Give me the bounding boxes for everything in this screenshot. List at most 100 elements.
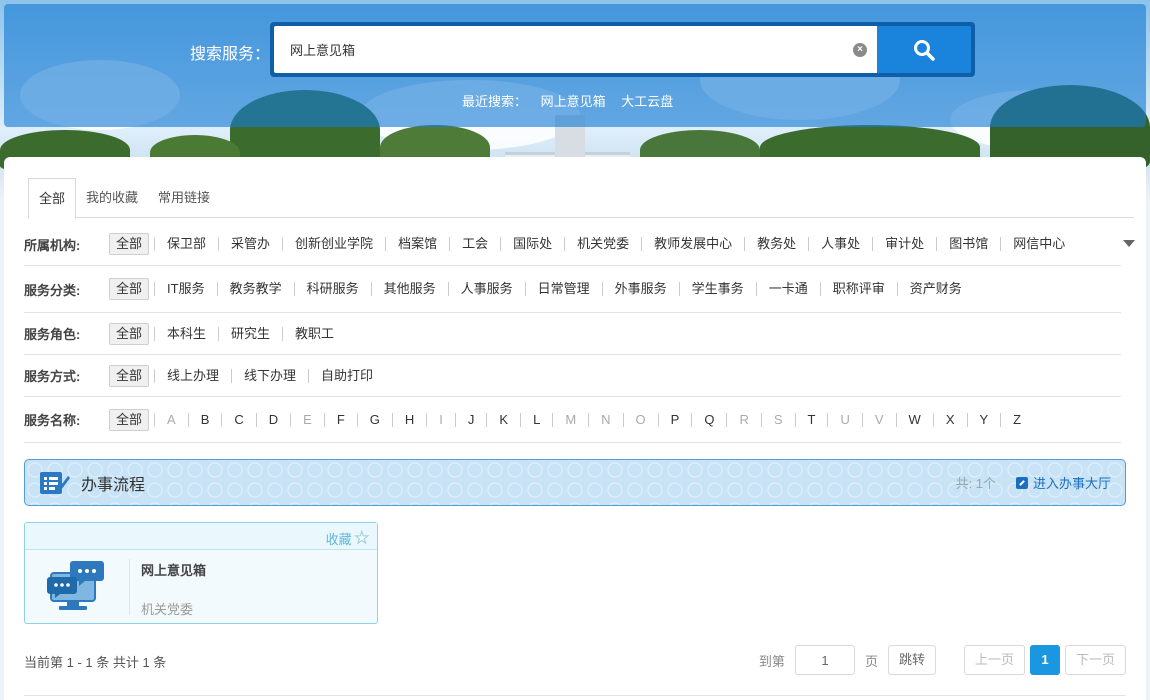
filter-option[interactable]: 线上办理 <box>154 368 231 383</box>
filter-option[interactable]: G <box>356 412 392 427</box>
filter-option[interactable]: F <box>323 412 357 427</box>
filter-category-row: 服务分类: 全部 IT服务 教务教学 科研服务 其他服务 人事服务 日常管理 外事服务 学生事务… <box>24 266 1121 313</box>
filter-option[interactable]: 档案馆 <box>385 237 449 251</box>
filter-items: 全部 本科生 研究生 教职工 <box>109 322 346 345</box>
filter-option[interactable]: V <box>861 412 896 427</box>
filter-option[interactable]: W <box>895 412 933 427</box>
recent-label: 最近搜索： <box>462 94 528 109</box>
card-divider <box>129 559 130 615</box>
filter-option[interactable]: 保卫部 <box>154 237 218 251</box>
filter-option[interactable]: R <box>726 412 760 427</box>
filter-option[interactable]: 日常管理 <box>524 282 602 296</box>
favorite-button[interactable]: 收藏 ★ <box>325 528 370 548</box>
enter-hall-link[interactable]: 进入办事大厅 <box>1015 473 1111 492</box>
tab-all[interactable]: 全部 <box>28 178 77 219</box>
goto-label: 到第 <box>758 653 785 669</box>
feedback-computer-icon <box>47 561 104 610</box>
card-header: 收藏 ★ <box>25 523 377 550</box>
chevron-down-icon[interactable] <box>1123 240 1135 247</box>
filter-option-all[interactable]: 全部 <box>109 233 150 255</box>
search-label: 搜索服务： <box>190 46 271 63</box>
filter-option[interactable]: E <box>290 412 324 427</box>
filter-items: 全部 保卫部 采管办 创新创业学院 档案馆 工会 国际处 机关党委 教师发展中心 教务处 人事处 审计… <box>109 233 1114 255</box>
tab-favorites[interactable]: 我的收藏 <box>76 178 148 218</box>
filter-option[interactable]: 采管办 <box>218 237 282 251</box>
filter-option[interactable]: T <box>794 412 828 427</box>
filter-option[interactable]: 教务教学 <box>216 282 294 296</box>
filter-option[interactable]: C <box>221 412 255 427</box>
filter-option[interactable]: 学生事务 <box>678 282 756 296</box>
clear-icon[interactable]: × <box>853 42 867 57</box>
filter-option[interactable]: 教务处 <box>744 237 808 251</box>
filter-option[interactable]: 网信中心 <box>1000 237 1077 251</box>
filter-role-row: 服务角色: 全部 本科生 研究生 教职工 <box>24 313 1121 355</box>
filter-option[interactable]: 研究生 <box>218 326 282 341</box>
filter-option[interactable]: N <box>588 412 622 427</box>
filter-option[interactable]: J <box>454 412 487 427</box>
filter-option[interactable]: P <box>657 412 692 427</box>
filter-option-all[interactable]: 全部 <box>109 408 150 431</box>
page-input[interactable] <box>794 645 855 675</box>
filter-option[interactable]: X <box>932 412 967 427</box>
filter-option[interactable]: 工会 <box>449 237 500 251</box>
filter-option[interactable]: 教师发展中心 <box>641 237 744 251</box>
filter-label: 服务名称: <box>24 413 81 428</box>
filter-option[interactable]: K <box>486 412 520 427</box>
filter-items: 全部 A B C D E F G H I J K L M N O P Q R S T U V W X Y Z <box>109 408 1033 431</box>
filter-option[interactable]: Q <box>691 412 726 427</box>
filter-option[interactable]: D <box>255 412 290 427</box>
filter-option[interactable]: 线下办理 <box>231 368 308 383</box>
filter-option[interactable]: 审计处 <box>872 237 936 251</box>
filter-option[interactable]: 创新创业学院 <box>282 237 385 251</box>
page-number-button[interactable]: 1 <box>1029 645 1060 675</box>
star-icon: ★ <box>354 530 369 548</box>
search-box: × <box>270 22 975 77</box>
filter-option[interactable]: 自助打印 <box>308 368 385 383</box>
recent-link[interactable]: 网上意见箱 <box>541 94 606 109</box>
process-section-banner: 办事流程 共: 1个 进入办事大厅 <box>24 459 1126 506</box>
filter-option[interactable]: 外事服务 <box>601 282 679 296</box>
section-count: 共: 1个 <box>955 476 996 491</box>
filter-option[interactable]: 职称评审 <box>819 282 897 296</box>
tab-links[interactable]: 常用链接 <box>148 178 220 218</box>
enter-hall-label: 进入办事大厅 <box>1032 476 1111 491</box>
filter-option[interactable]: Y <box>966 412 1001 427</box>
filter-option[interactable]: S <box>760 412 795 427</box>
filter-label: 服务分类: <box>24 282 81 298</box>
filter-option[interactable]: 人事服务 <box>447 282 525 296</box>
filter-option[interactable]: 一卡通 <box>755 282 820 296</box>
filter-option[interactable]: U <box>827 412 861 427</box>
favorite-label: 收藏 <box>325 531 352 547</box>
filter-option[interactable]: O <box>622 412 658 427</box>
filter-option[interactable]: 图书馆 <box>936 237 1000 251</box>
recent-link[interactable]: 大工云盘 <box>621 94 673 109</box>
filter-option[interactable]: Z <box>1000 412 1033 427</box>
filter-option[interactable]: 国际处 <box>500 237 564 251</box>
filter-option[interactable]: M <box>552 412 588 427</box>
pagination: 到第 页 跳转 上一页 1 下一页 <box>749 645 1126 675</box>
filter-option[interactable]: 人事处 <box>808 237 872 251</box>
filter-option[interactable]: 教职工 <box>282 326 346 341</box>
filter-option-all[interactable]: 全部 <box>109 364 150 387</box>
filter-option[interactable]: 科研服务 <box>293 282 371 296</box>
jump-button[interactable]: 跳转 <box>887 645 936 675</box>
filter-option[interactable]: 本科生 <box>154 326 218 341</box>
prev-page-button[interactable]: 上一页 <box>963 645 1025 675</box>
next-page-button[interactable]: 下一页 <box>1064 645 1126 675</box>
filter-option[interactable]: 机关党委 <box>564 237 641 251</box>
service-card[interactable]: 收藏 ★ 网上意见箱 机关党委 <box>24 522 378 624</box>
filter-option[interactable]: 资产财务 <box>896 282 974 296</box>
filter-option[interactable]: 其他服务 <box>370 282 448 296</box>
search-button[interactable] <box>877 26 971 73</box>
filter-option[interactable]: B <box>187 412 222 427</box>
filter-option[interactable]: A <box>154 412 188 427</box>
filter-option[interactable]: H <box>391 412 426 427</box>
divider <box>24 695 1126 696</box>
filter-option-all[interactable]: 全部 <box>109 278 150 300</box>
filter-option-all[interactable]: 全部 <box>109 322 150 345</box>
filter-option[interactable]: L <box>520 412 552 427</box>
filter-option[interactable]: I <box>426 412 455 427</box>
card-title[interactable]: 网上意见箱 <box>141 560 206 579</box>
filter-option[interactable]: IT服务 <box>154 282 217 296</box>
search-input[interactable] <box>274 26 877 73</box>
